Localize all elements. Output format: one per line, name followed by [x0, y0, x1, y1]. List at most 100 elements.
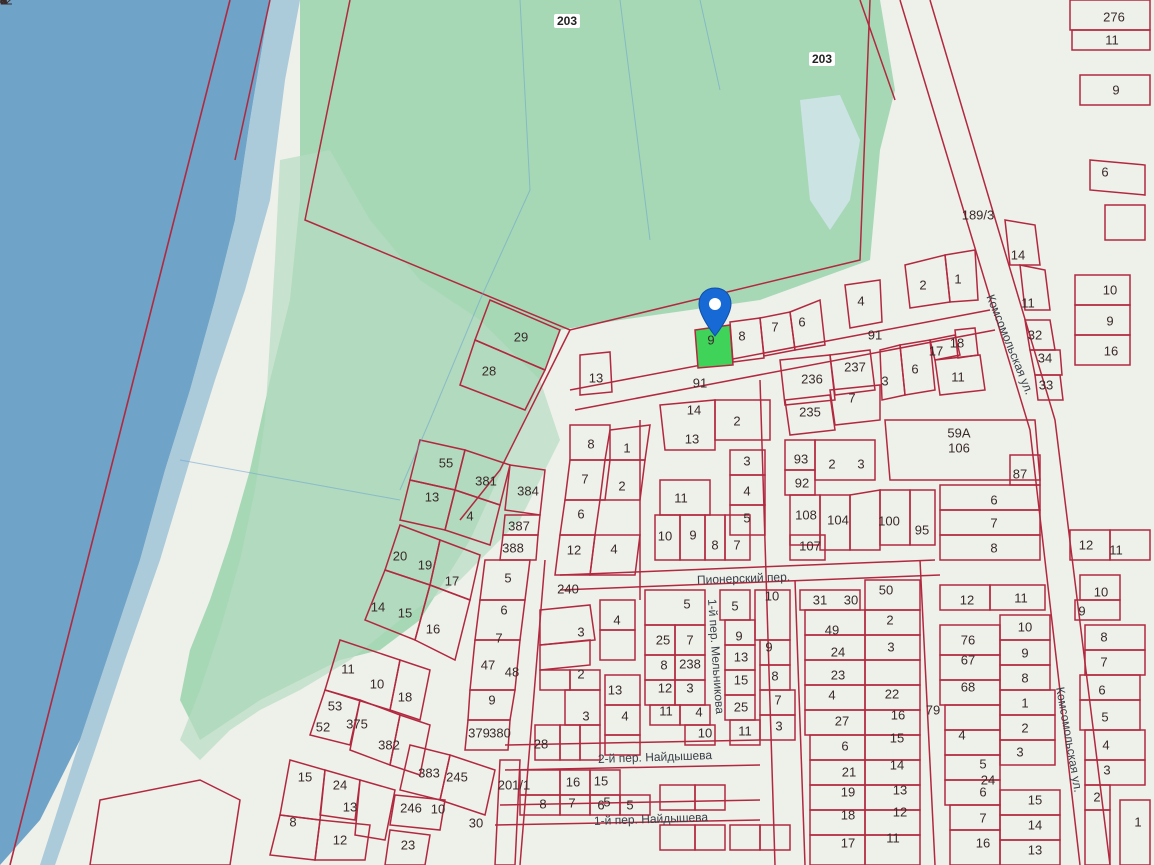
parcel-number-label: 8 [587, 436, 595, 452]
parcel-number-label: 23 [830, 667, 846, 683]
parcel-number-label: 9 [488, 692, 496, 708]
parcel-number-label: 11 [1105, 32, 1119, 48]
parcel-label-203: 203 [553, 14, 581, 28]
parcel-number-label: 14 [370, 599, 386, 615]
parcel-number-label: 5 [504, 570, 512, 586]
parcel-number-label: 5 [731, 598, 739, 614]
parcel-number-label: 236 [801, 371, 823, 387]
parcel-number-label: 7 [568, 795, 576, 811]
parcel-number-label: 246 [400, 800, 422, 816]
parcel-number-label: 13 [588, 370, 604, 386]
parcel-number-label: 14 [1027, 817, 1043, 833]
parcel-number-label: 59А [947, 425, 971, 441]
parcel-number-label: 16 [425, 621, 441, 637]
parcel-number-label: 16 [975, 835, 991, 851]
parcel-number-label: 9 [735, 628, 743, 644]
parcel-number-label: 10 [1102, 282, 1118, 298]
parcel-number-label: 4 [743, 483, 751, 499]
parcel-number-label: 10 [1093, 584, 1109, 600]
parcel-number-label: 12 [1078, 537, 1094, 553]
parcel-number-label: 13 [892, 782, 908, 798]
parcel-number-label: 14 [889, 757, 905, 773]
parcel-number-label: 13 [607, 682, 623, 698]
parcel-number-label: 235 [799, 404, 821, 420]
parcel-number-label: 11 [738, 723, 752, 739]
parcel-number-label: 48 [504, 664, 520, 680]
parcel-number-label: 53 [327, 698, 343, 714]
parcel-number-label: 11 [1021, 295, 1035, 311]
parcel-number-label: 95 [914, 522, 930, 538]
parcel-number-label: 8 [1100, 629, 1108, 645]
parcel-number-label: 18 [949, 335, 965, 351]
parcel-number-label: 10 [369, 676, 385, 692]
parcel-number-label: 1 [1021, 695, 1029, 711]
parcel-number-label: 6 [1101, 164, 1109, 180]
parcel-number-label: 379 [468, 725, 490, 741]
parcel-number-label: 7 [771, 319, 779, 335]
parcel-number-label: 34 [1037, 350, 1053, 366]
parcel-number-label: 8 [1021, 670, 1029, 686]
parcel-number-label: 17 [444, 573, 460, 589]
parcel-number-label: 4 [610, 541, 618, 557]
parcel-number-label: 13 [342, 799, 358, 815]
parcel-number-label: 1 [623, 440, 631, 456]
parcel-number-label: 91 [867, 327, 883, 343]
parcel-number-label: 6 [500, 602, 508, 618]
parcel-number-label: 15 [297, 769, 313, 785]
parcel-number-label: 10 [697, 725, 713, 741]
parcel-number-label: 3 [881, 373, 889, 389]
parcel-number-label: 107 [799, 538, 821, 554]
parcel-number-label: 2 [886, 612, 894, 628]
parcel-number-label: 3 [686, 680, 694, 696]
parcel-number-label: 32 [1027, 327, 1043, 343]
parcel-number-label: 5 [683, 596, 691, 612]
parcel-number-label: 4 [828, 687, 836, 703]
parcel-number-label: 381 [475, 473, 497, 489]
parcel-number-label: 382 [378, 737, 400, 753]
parcel-number-label: 9 [1078, 603, 1086, 619]
parcel-number-label: 10 [764, 588, 780, 604]
location-pin-icon[interactable] [697, 287, 733, 337]
parcel-number-label: 12 [332, 832, 348, 848]
parcel-number-label: 1 [954, 271, 962, 287]
parcel-number-label: 87 [1012, 466, 1028, 482]
parcel-number-label: 5 [1101, 709, 1109, 725]
parcel-number-label: 19 [840, 784, 856, 800]
parcel-number-label: 15 [1027, 792, 1043, 808]
parcel-number-label: 3 [887, 639, 895, 655]
cadastral-map[interactable]: 203 203 Комсомольская ул. Пионерский пер… [0, 0, 1154, 865]
parcel-number-label: 10 [1017, 619, 1033, 635]
parcel-number-label: 388 [502, 540, 524, 556]
parcel-number-label: 10 [430, 801, 446, 817]
parcel-number-label: 7 [774, 692, 782, 708]
parcel-number-label: 91 [692, 375, 708, 391]
parcel-number-label: 7 [581, 471, 589, 487]
parcel-number-label: 5 [626, 797, 634, 813]
parcel-number-label: 4 [857, 293, 865, 309]
parcel-number-label: 14 [686, 402, 702, 418]
parcel-number-label: 12 [892, 804, 908, 820]
parcel-number-label: 4 [958, 727, 966, 743]
parcel-number-label: 93 [793, 451, 809, 467]
parcel-number-label: 47 [480, 657, 496, 673]
parcel-number-label: 28 [533, 736, 549, 752]
parcel-number-label: 8 [289, 814, 297, 830]
parcel-number-label: 23 [400, 837, 416, 853]
parcel-number-label: 2 [828, 456, 836, 472]
parcel-number-label: 76 [960, 632, 976, 648]
parcel-number-label: 79 [925, 702, 941, 718]
parcel-number-label: 2 [733, 413, 741, 429]
parcel-number-label: 4 [613, 612, 621, 628]
parcel-number-label: 7 [979, 810, 987, 826]
parcel-number-label: 16 [890, 707, 906, 723]
map-canvas[interactable] [0, 0, 1154, 865]
parcel-number-label: 17 [928, 343, 944, 359]
parcel-number-label: 19 [417, 557, 433, 573]
parcel-number-label: 9 [689, 527, 697, 543]
parcel-number-label: 24 [980, 772, 996, 788]
parcel-number-label: 15 [397, 605, 413, 621]
parcel-number-label: 8 [539, 796, 547, 812]
parcel-number-label: 13 [1027, 842, 1043, 858]
parcel-number-label: 6 [577, 506, 585, 522]
parcel-number-label: 6 [911, 361, 919, 377]
